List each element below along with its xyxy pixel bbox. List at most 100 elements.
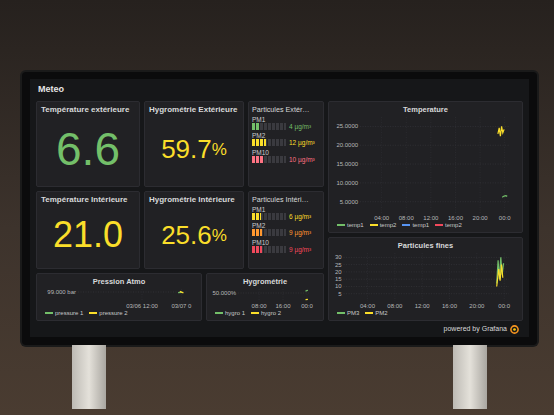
panel-title: Température extérieure: [41, 105, 135, 115]
dashboard-title[interactable]: Meteo: [38, 83, 64, 97]
gauge-row: PM1010 µg/m³: [252, 149, 320, 163]
legend-item[interactable]: pressure 1: [45, 310, 83, 317]
data-series: [180, 292, 184, 294]
panel-title: Temperature: [333, 105, 518, 114]
grid-line: [504, 253, 505, 301]
stand-leg: [72, 345, 106, 409]
gauge-value-text: 12 µg/m³: [289, 139, 315, 146]
x-tick-label: 16:00: [276, 303, 292, 309]
stat-unit: %: [212, 227, 227, 244]
x-tick-label: 00:0: [301, 303, 313, 309]
panel-title: Particules fines: [333, 241, 518, 250]
y-tick-label: 5.0000: [340, 199, 359, 205]
panel-title: Particules Intéri…: [252, 195, 320, 204]
grid-line: [360, 145, 509, 146]
grid-line: [476, 253, 477, 301]
legend-item[interactable]: temp2: [370, 222, 397, 229]
legend-item[interactable]: temp1: [402, 222, 429, 229]
chart-legend: hygro 1 hygro 2: [211, 310, 319, 317]
chart-legend: PM3 PM2: [333, 310, 518, 317]
y-tick-label: 20.0000: [336, 143, 358, 149]
gauge-label: PM1: [252, 116, 320, 123]
chart-legend: temp1 temp2 temp1 temp2: [333, 222, 518, 229]
x-tick-label: 04:00: [374, 215, 390, 221]
dashboard: Meteo Température extérieure 6.6 Hygrométr…: [30, 79, 529, 337]
panel-title: Pression Atmo: [41, 277, 197, 286]
grid-line: [283, 289, 284, 301]
gauge-value: 10 µg/m³: [289, 156, 315, 163]
gauge-fill: [252, 156, 264, 163]
gauge-value: 12 µg/m³: [289, 139, 315, 146]
chart-canvas: 25.0000 20.0000 15.0000 10.0000 5.0000 04:00 0…: [333, 114, 518, 221]
grid-line: [480, 117, 481, 213]
legend-label: PM3: [347, 310, 359, 316]
legend-item[interactable]: hygro 1: [215, 310, 245, 317]
y-tick-label: 25.0000: [336, 124, 358, 130]
series-line: [498, 127, 504, 137]
legend-label: pressure 2: [99, 310, 127, 316]
x-tick-label: 00:0: [498, 303, 510, 309]
grid-line: [360, 183, 509, 184]
gauge-fill: [252, 246, 262, 253]
y-tick-label: 25: [335, 262, 342, 268]
y-tick-label: 15: [335, 277, 342, 283]
chart-panel: Particules fines3025201510504:0008:0012:…: [328, 237, 523, 321]
series-line: [178, 292, 182, 294]
x-tick-label: 08:00: [399, 215, 415, 221]
dashboard-body: Température extérieure 6.6 Hygrométrie Ext…: [30, 101, 529, 321]
grid-line: [430, 117, 431, 213]
y-tick-label: 5: [338, 291, 342, 297]
grid-line: [344, 279, 509, 280]
chart-canvas: 50.000%08:0016:0000:0: [211, 286, 319, 309]
gauge-value: 6 µg/m³: [289, 213, 311, 220]
stat-number: 21.0: [53, 217, 123, 253]
legend-swatch: [337, 312, 345, 314]
x-tick-label: 12:00: [423, 215, 439, 221]
grafana-logo-icon: [510, 325, 519, 334]
legend-swatch: [89, 312, 97, 314]
legend-item[interactable]: temp1: [337, 222, 364, 229]
bar-gauge-panel: Particules Intéri…PM16 µg/m³PM29 µg/m³PM…: [248, 191, 324, 269]
panel-title: Hygrométrie Intérieure: [149, 195, 239, 205]
legend-item[interactable]: PM2: [365, 310, 387, 317]
gauge-row: PM109 µg/m³: [252, 239, 320, 253]
stat-unit: %: [212, 141, 227, 158]
y-tick-label: 15.0000: [336, 161, 358, 167]
small-charts-row: Pression Atmo99.000 bar03/06 12:0003/07 …: [36, 273, 324, 321]
gauge-label: PM10: [252, 149, 320, 156]
chart-canvas: 99.000 bar03/06 12:0003/07 0: [41, 286, 197, 309]
chart-canvas: 3025201510504:0008:0012:0016:0020:0000:0: [333, 250, 518, 309]
grid-line: [142, 289, 143, 301]
outdoor-row: Température extérieure 6.6 Hygrométrie Ext…: [36, 101, 324, 187]
gauge-value-text: 9 µg/m³: [289, 246, 311, 253]
series-line: [306, 290, 308, 292]
gauge-track: [252, 156, 286, 163]
dashboard-header: Meteo: [30, 79, 529, 101]
legend-item[interactable]: hygro 2: [251, 310, 281, 317]
stat-panel: Hygrométrie Extérieure59.7%: [144, 101, 244, 187]
legend-label: temp2: [445, 222, 462, 228]
grid-line: [344, 257, 509, 258]
stat-panel: Température extérieure 6.6: [36, 101, 140, 187]
legend-item[interactable]: PM3: [337, 310, 359, 317]
gauge-track: [252, 139, 286, 146]
stand: [22, 345, 537, 409]
data-series: [498, 127, 504, 137]
y-tick-label: 10.0000: [336, 180, 358, 186]
grid-line: [367, 253, 368, 301]
stand-leg: [453, 345, 487, 409]
x-tick-label: 03/06 12:00: [126, 303, 158, 309]
x-tick-label: 08:00: [387, 303, 403, 309]
legend-item[interactable]: temp2: [435, 222, 462, 229]
stat-number: 6.6: [56, 126, 120, 172]
x-tick-label: 20:00: [473, 215, 489, 221]
legend-item[interactable]: pressure 2: [89, 310, 127, 317]
legend-swatch: [435, 224, 443, 226]
gauge-label: PM10: [252, 239, 320, 246]
gauge-label: PM2: [252, 132, 320, 139]
grid-line: [344, 272, 509, 273]
panel-title: Hygrométrie: [211, 277, 319, 286]
right-charts: Temperature 25.0000 20.0000 15.0000 10.0000 5…: [328, 101, 523, 321]
gauge-line: 6 µg/m³: [252, 213, 320, 220]
stat-panel: Hygrométrie Intérieure25.6%: [144, 191, 244, 269]
